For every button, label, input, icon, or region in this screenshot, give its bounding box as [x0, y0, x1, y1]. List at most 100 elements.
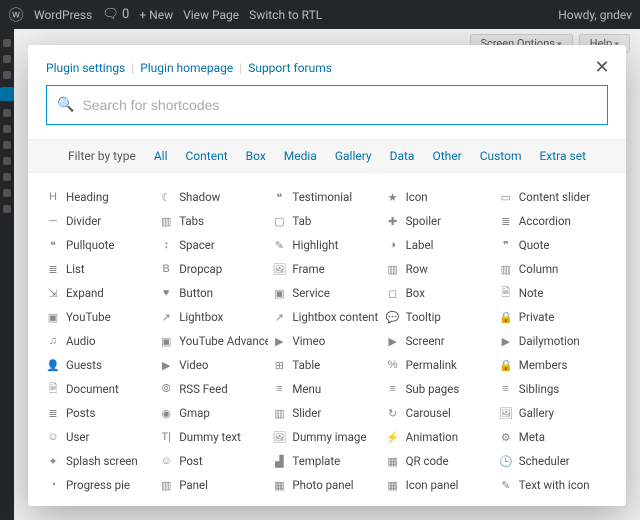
shortcode-item[interactable]: ☺Post	[159, 449, 268, 473]
shortcode-item[interactable]: ↕Spacer	[159, 233, 268, 257]
shortcode-item[interactable]: ⇲Expand	[46, 281, 155, 305]
shortcode-item[interactable]: ≡Menu	[272, 377, 381, 401]
sidebar-icon[interactable]	[3, 189, 11, 197]
shortcode-item[interactable]: 👤Guests	[46, 353, 155, 377]
shortcode-item[interactable]: ▣YouTube Advanced	[159, 329, 268, 353]
shortcode-item[interactable]: ▦QR code	[386, 449, 495, 473]
shortcode-item[interactable]: 💬Tooltip	[386, 305, 495, 329]
adminbar-view-page[interactable]: View Page	[183, 8, 239, 22]
shortcode-item[interactable]: 🔒Members	[499, 353, 608, 377]
shortcode-item[interactable]: T|Dummy text	[159, 425, 268, 449]
filter-tab-custom[interactable]: Custom	[480, 149, 522, 163]
shortcode-item[interactable]: 🗎Document	[46, 377, 155, 401]
sidebar-icon[interactable]	[3, 125, 11, 133]
shortcode-item[interactable]: ✦Splash screen	[46, 449, 155, 473]
shortcode-item[interactable]: ❝Testimonial	[272, 185, 381, 209]
shortcode-item[interactable]: ▦Photo panel	[272, 473, 381, 496]
adminbar-switch-rtl[interactable]: Switch to RTL	[249, 8, 322, 22]
shortcode-item[interactable]: ▢Tab	[272, 209, 381, 233]
wordpress-logo-icon[interactable]: ⓦ	[8, 7, 24, 23]
shortcode-item[interactable]: ↗Lightbox	[159, 305, 268, 329]
shortcode-item[interactable]: ▶Dailymotion	[499, 329, 608, 353]
shortcode-item[interactable]: ◔Progress pie	[46, 473, 155, 496]
shortcode-item[interactable]: ⚙Meta	[499, 425, 608, 449]
shortcode-item[interactable]: ≣Posts	[46, 401, 155, 425]
filter-tab-content[interactable]: Content	[186, 149, 228, 163]
shortcode-item[interactable]: ≣List	[46, 257, 155, 281]
filter-tab-data[interactable]: Data	[390, 149, 415, 163]
shortcode-item[interactable]: BDropcap	[159, 257, 268, 281]
sidebar-icon[interactable]	[3, 173, 11, 181]
filter-tab-box[interactable]: Box	[246, 149, 266, 163]
shortcode-item[interactable]: 🕒Scheduler	[499, 449, 608, 473]
shortcode-item[interactable]: ❞Quote	[499, 233, 608, 257]
shortcode-label: Spacer	[179, 238, 215, 252]
shortcode-item[interactable]: ◉Gmap	[159, 401, 268, 425]
shortcode-item[interactable]: ≡Sub pages	[386, 377, 495, 401]
shortcode-item[interactable]: ♫Audio	[46, 329, 155, 353]
shortcode-item[interactable]: 🗎Note	[499, 281, 608, 305]
sidebar-icon[interactable]	[3, 205, 11, 213]
shortcode-item[interactable]: ☾Shadow	[159, 185, 268, 209]
adminbar-site[interactable]: WordPress	[34, 8, 92, 22]
adminbar-comments[interactable]: 🗨 0	[102, 7, 129, 22]
filter-tab-gallery[interactable]: Gallery	[335, 149, 372, 163]
shortcode-item[interactable]: ✎Text with icon	[499, 473, 608, 496]
shortcode-item[interactable]: 🔒Private	[499, 305, 608, 329]
shortcode-item[interactable]: ⊞Table	[272, 353, 381, 377]
shortcode-item[interactable]: ▭Content slider	[499, 185, 608, 209]
shortcode-item[interactable]: ▥Row	[386, 257, 495, 281]
sidebar-icon[interactable]	[3, 141, 11, 149]
shortcode-item[interactable]: %Permalink	[386, 353, 495, 377]
sidebar-icon[interactable]	[3, 109, 11, 117]
sidebar-icon-active[interactable]	[0, 87, 14, 101]
shortcode-item[interactable]: ❝Pullquote	[46, 233, 155, 257]
search-input[interactable]	[82, 97, 597, 113]
shortcode-item[interactable]: ≣Accordion	[499, 209, 608, 233]
shortcode-item[interactable]: 🖼Gallery	[499, 401, 608, 425]
shortcode-item[interactable]: ↗Lightbox content	[272, 305, 381, 329]
filter-tab-other[interactable]: Other	[432, 149, 461, 163]
shortcode-label: Panel	[179, 478, 208, 492]
shortcode-item[interactable]: ▦Icon panel	[386, 473, 495, 496]
close-icon[interactable]: ✕	[592, 57, 612, 77]
plugin-homepage-link[interactable]: Plugin homepage	[140, 61, 233, 75]
shortcode-item[interactable]: ✚Spoiler	[386, 209, 495, 233]
shortcode-item[interactable]: ◑Label	[386, 233, 495, 257]
shortcode-item[interactable]: ⚡Animation	[386, 425, 495, 449]
shortcode-item[interactable]: ✎Highlight	[272, 233, 381, 257]
shortcode-item[interactable]: ▶Vimeo	[272, 329, 381, 353]
filter-tab-extra-set[interactable]: Extra set	[539, 149, 586, 163]
shortcode-item[interactable]: ▥Panel	[159, 473, 268, 496]
shortcode-item[interactable]: ◻Box	[386, 281, 495, 305]
sidebar-icon[interactable]	[3, 39, 11, 47]
shortcode-item[interactable]: ≡Siblings	[499, 377, 608, 401]
adminbar-howdy[interactable]: Howdy, gndev	[558, 8, 632, 22]
plugin-settings-link[interactable]: Plugin settings	[46, 61, 125, 75]
shortcode-item[interactable]: ★Icon	[386, 185, 495, 209]
shortcode-item[interactable]: ▶Screenr	[386, 329, 495, 353]
shortcode-item[interactable]: ▥Column	[499, 257, 608, 281]
shortcode-item[interactable]: ▣YouTube	[46, 305, 155, 329]
shortcode-label: Slider	[292, 406, 321, 420]
shortcode-item[interactable]: ♥Button	[159, 281, 268, 305]
shortcode-item[interactable]: ▶Video	[159, 353, 268, 377]
shortcode-item[interactable]: ☺User	[46, 425, 155, 449]
adminbar-new[interactable]: + New	[139, 8, 173, 22]
sidebar-icon[interactable]	[3, 71, 11, 79]
shortcode-item[interactable]: ↻Carousel	[386, 401, 495, 425]
filter-tab-media[interactable]: Media	[284, 149, 317, 163]
shortcode-item[interactable]: ⦾RSS Feed	[159, 377, 268, 401]
shortcode-item[interactable]: ▣Service	[272, 281, 381, 305]
sidebar-icon[interactable]	[3, 157, 11, 165]
shortcode-item[interactable]: ▥Slider	[272, 401, 381, 425]
shortcode-item[interactable]: 🖼Frame	[272, 257, 381, 281]
filter-tab-all[interactable]: All	[154, 149, 168, 163]
shortcode-item[interactable]: ▥Tabs	[159, 209, 268, 233]
shortcode-item[interactable]: ─Divider	[46, 209, 155, 233]
sidebar-icon[interactable]	[3, 55, 11, 63]
shortcode-item[interactable]: ▟Template	[272, 449, 381, 473]
shortcode-item[interactable]: HHeading	[46, 185, 155, 209]
shortcode-item[interactable]: 🖼Dummy image	[272, 425, 381, 449]
support-forums-link[interactable]: Support forums	[248, 61, 332, 75]
